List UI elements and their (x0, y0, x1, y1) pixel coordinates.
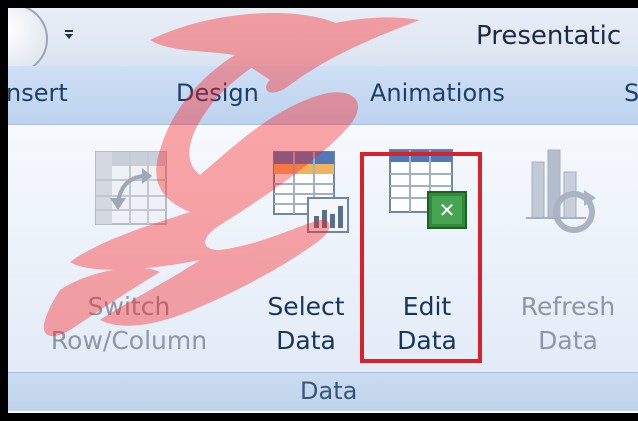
edit-data-label-line2: Data (397, 326, 457, 355)
select-data-icon (273, 151, 349, 233)
tab-animations[interactable]: Animations (370, 79, 505, 107)
group-label-data: Data (300, 377, 358, 405)
group-label-strip: Data (8, 372, 638, 411)
tab-slide-show[interactable]: S (624, 79, 638, 107)
customize-dropdown-icon[interactable] (58, 24, 80, 46)
edit-data-excel-icon: ✕ (389, 149, 467, 229)
tab-design[interactable]: Design (176, 79, 259, 107)
refresh-data-icon (526, 149, 596, 233)
ribbon-tab-bar: nsert Design Animations S (8, 66, 638, 125)
edit-data-button[interactable]: ✕ Edit Data (372, 126, 482, 370)
switch-row-column-icon (95, 151, 167, 225)
window-frame: Presentatic nsert Design Animations S Sw… (0, 0, 638, 421)
window-title: Presentatic (476, 21, 622, 51)
svg-text:✕: ✕ (439, 198, 456, 222)
switch-row-column-label-line1: Switch (87, 292, 171, 321)
switch-row-column-button[interactable]: Switch Row/Column (20, 126, 238, 370)
select-data-label-line2: Data (276, 326, 336, 355)
refresh-data-label-line1: Refresh (520, 292, 616, 321)
office-button[interactable] (8, 8, 48, 74)
select-data-button[interactable]: Select Data (254, 126, 358, 370)
edit-data-label-line1: Edit (402, 292, 452, 321)
title-bar: Presentatic (8, 8, 638, 74)
tab-insert[interactable]: nsert (8, 79, 68, 107)
refresh-data-button[interactable]: Refresh Data (498, 126, 638, 370)
select-data-label-line1: Select (267, 292, 345, 321)
refresh-data-label-line2: Data (538, 326, 598, 355)
switch-row-column-label-line2: Row/Column (50, 326, 208, 355)
ribbon-data-group: Switch Row/Column Select Data ✕ Edit Dat… (8, 125, 638, 411)
